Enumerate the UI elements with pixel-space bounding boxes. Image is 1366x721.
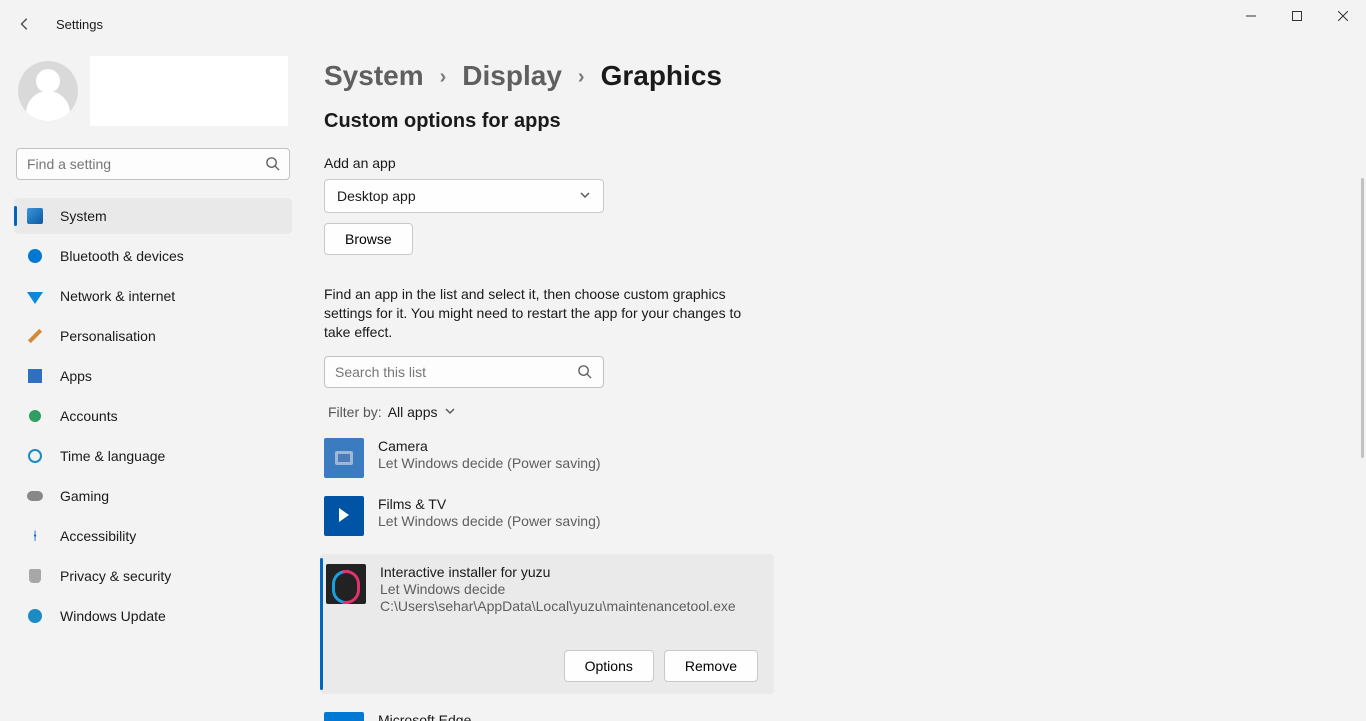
sidebar-nav: System Bluetooth & devices Network & inter… — [14, 198, 292, 634]
time-icon — [26, 447, 44, 465]
remove-button[interactable]: Remove — [664, 650, 758, 682]
sidebar-item-accounts[interactable]: Accounts — [14, 398, 292, 434]
sidebar-item-system[interactable]: System — [14, 198, 292, 234]
sidebar-item-label: Privacy & security — [60, 568, 171, 584]
help-text: Find an app in the list and select it, t… — [324, 285, 754, 342]
titlebar: Settings — [0, 0, 1366, 48]
game-icon — [26, 487, 44, 505]
filter-value: All apps — [388, 404, 438, 420]
app-sub: Let Windows decide (Power saving) — [378, 513, 601, 529]
back-button[interactable] — [14, 13, 36, 35]
sidebar-item-label: Windows Update — [60, 608, 166, 624]
upd-icon — [26, 607, 44, 625]
sidebar-item-label: System — [60, 208, 107, 224]
app-row[interactable]: Films & TVLet Windows decide (Power savi… — [324, 496, 774, 536]
breadcrumb: System › Display › Graphics — [324, 60, 1326, 92]
app-name: Films & TV — [378, 496, 601, 512]
chevron-right-icon: › — [440, 64, 447, 89]
breadcrumb-system[interactable]: System — [324, 60, 424, 92]
list-search-input[interactable] — [324, 356, 604, 388]
window-title: Settings — [56, 17, 103, 32]
app-path: C:\Users\sehar\AppData\Local\yuzu\mainte… — [380, 598, 736, 614]
apps-list: CameraLet Windows decide (Power saving)F… — [324, 438, 774, 721]
main-panel: System › Display › Graphics Custom optio… — [300, 48, 1366, 721]
app-name: Camera — [378, 438, 601, 454]
camera-app-icon — [324, 438, 364, 478]
sidebar-item-apps[interactable]: Apps — [14, 358, 292, 394]
sidebar-item-label: Network & internet — [60, 288, 175, 304]
chevron-down-icon — [579, 188, 591, 204]
sidebar-item-update[interactable]: Windows Update — [14, 598, 292, 634]
sidebar-item-gaming[interactable]: Gaming — [14, 478, 292, 514]
sidebar-item-network[interactable]: Network & internet — [14, 278, 292, 314]
sidebar-item-label: Accounts — [60, 408, 118, 424]
pers-icon — [26, 327, 44, 345]
sidebar-item-label: Accessibility — [60, 528, 136, 544]
breadcrumb-current: Graphics — [601, 60, 722, 92]
sidebar-item-label: Apps — [60, 368, 92, 384]
priv-icon — [26, 567, 44, 585]
sidebar-item-timelang[interactable]: Time & language — [14, 438, 292, 474]
net-icon — [26, 287, 44, 305]
options-button[interactable]: Options — [564, 650, 654, 682]
sidebar-item-bluetooth[interactable]: Bluetooth & devices — [14, 238, 292, 274]
app-sub: Let Windows decide (Power saving) — [378, 455, 601, 471]
acc-icon: ⍿ — [26, 527, 44, 545]
maximize-button[interactable] — [1274, 0, 1320, 32]
filter-dropdown[interactable]: Filter by: All apps — [324, 404, 1326, 420]
settings-search-input[interactable] — [16, 148, 290, 180]
yuzu-app-icon — [326, 564, 366, 604]
sidebar-item-label: Personalisation — [60, 328, 156, 344]
sidebar-item-personalisation[interactable]: Personalisation — [14, 318, 292, 354]
app-name: Microsoft Edge — [378, 712, 601, 721]
app-name: Interactive installer for yuzu — [380, 564, 736, 580]
sidebar-item-accessibility[interactable]: ⍿ Accessibility — [14, 518, 292, 554]
app-row[interactable]: CameraLet Windows decide (Power saving) — [324, 438, 774, 478]
sidebar-item-label: Bluetooth & devices — [60, 248, 184, 264]
films-app-icon — [324, 496, 364, 536]
dropdown-value: Desktop app — [337, 188, 416, 204]
app-row-selected[interactable]: Interactive installer for yuzuLet Window… — [320, 554, 774, 694]
search-icon — [265, 156, 280, 176]
edge-app-icon — [324, 712, 364, 721]
section-title: Custom options for apps — [324, 110, 1326, 133]
app-row[interactable]: Microsoft EdgeLet Windows decide (Power … — [324, 712, 774, 721]
filter-label: Filter by: — [328, 404, 382, 420]
chevron-down-icon — [444, 404, 456, 420]
sidebar-item-label: Gaming — [60, 488, 109, 504]
browse-button[interactable]: Browse — [324, 223, 413, 255]
search-icon — [577, 364, 592, 384]
app-type-dropdown[interactable]: Desktop app — [324, 179, 604, 213]
sidebar-item-privacy[interactable]: Privacy & security — [14, 558, 292, 594]
add-app-label: Add an app — [324, 155, 1326, 171]
avatar — [18, 61, 78, 121]
chevron-right-icon: › — [578, 64, 585, 89]
app-sub: Let Windows decide — [380, 581, 736, 597]
minimize-button[interactable] — [1228, 0, 1274, 32]
account-area[interactable] — [14, 54, 292, 134]
sidebar: System Bluetooth & devices Network & inter… — [0, 48, 300, 721]
breadcrumb-display[interactable]: Display — [462, 60, 562, 92]
bt-icon — [26, 247, 44, 265]
scrollbar[interactable] — [1361, 178, 1364, 458]
system-icon — [26, 207, 44, 225]
apps-icon — [26, 367, 44, 385]
close-button[interactable] — [1320, 0, 1366, 32]
acct-icon — [26, 407, 44, 425]
account-name — [90, 56, 288, 126]
sidebar-item-label: Time & language — [60, 448, 165, 464]
